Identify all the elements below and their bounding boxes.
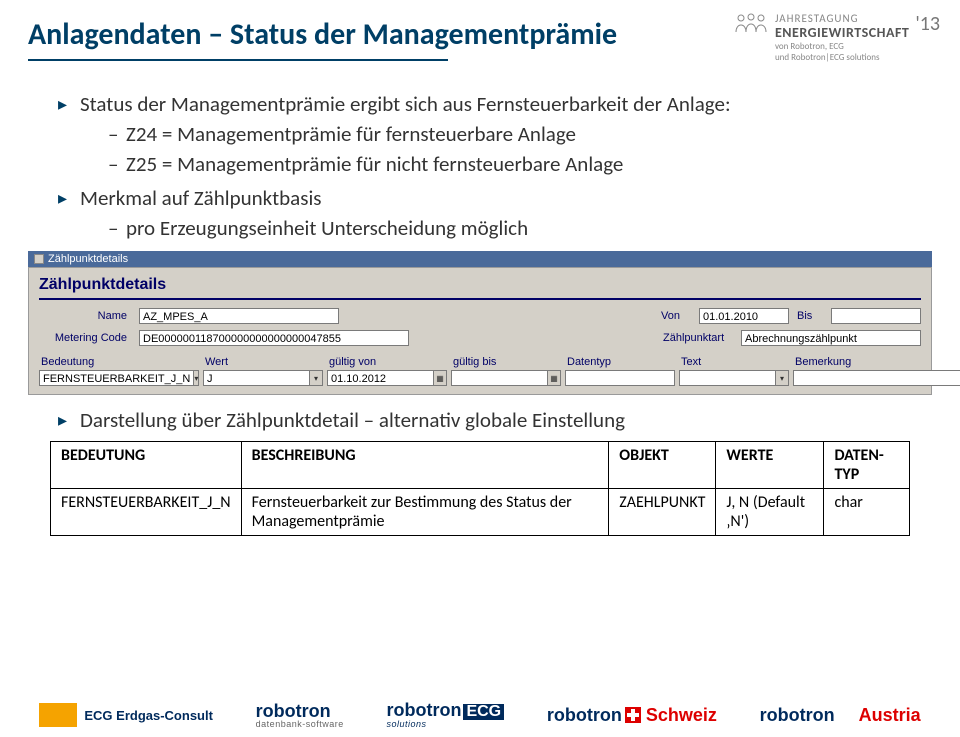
- grid-row: FERNSTEUERBARKEIT_J_N▾ J▾ 01.10.2012▦ ▦ …: [39, 370, 921, 386]
- gh-datentyp: Datentyp: [565, 356, 675, 368]
- app-body: Zählpunktdetails Name AZ_MPES_A Von 01.0…: [28, 267, 932, 395]
- gh-bemerkung: Bemerkung: [793, 356, 960, 368]
- field-metering[interactable]: DE000000118700000000000000047855: [139, 330, 409, 346]
- field-von[interactable]: 01.01.2010: [699, 308, 789, 324]
- cell-text[interactable]: ▾: [679, 370, 789, 386]
- gh-gbis: gültig bis: [451, 356, 561, 368]
- bullet-2: Merkmal auf Zählpunktbasis pro Erzeugung…: [58, 185, 910, 241]
- td-objekt: ZAEHLPUNKT: [609, 489, 716, 536]
- cell-datentyp[interactable]: [565, 370, 675, 386]
- th-objekt: OBJEKT: [609, 442, 716, 489]
- people-icon: [733, 12, 769, 36]
- label-name: Name: [39, 310, 131, 322]
- bullet-2a: pro Erzeugungseinheit Unterscheidung mög…: [108, 215, 910, 241]
- footer-logos: ECG Erdgas-Consult robotron datenbank-so…: [0, 701, 960, 729]
- logo-robotron-ecg: robotronECG solutions: [386, 701, 504, 729]
- td-werte: J, N (Default ‚N'): [716, 489, 824, 536]
- grid-header: Bedeutung Wert gültig von gültig bis Dat…: [39, 356, 921, 368]
- logo-ecg: ECG Erdgas-Consult: [39, 703, 213, 727]
- logo-robotron-austria: robotron Austria: [760, 705, 921, 726]
- section-title: Zählpunktdetails: [39, 274, 921, 300]
- event-line2: ENERGIEWIRTSCHAFT: [775, 25, 909, 42]
- td-datentyp: char: [824, 489, 910, 536]
- ecg-icon: [39, 703, 77, 727]
- bullet-2-text: Merkmal auf Zählpunktbasis: [80, 185, 321, 211]
- gh-bedeutung: Bedeutung: [39, 356, 199, 368]
- td-beschreibung: Fernsteuerbarkeit zur Bestimmung des Sta…: [241, 489, 609, 536]
- definitions-table: BEDEUTUNG BESCHREIBUNG OBJEKT WERTE DATE…: [50, 441, 910, 536]
- event-line3: von Robotron, ECG und Robotron|ECG solut…: [775, 42, 909, 64]
- event-badge: JAHRESTAGUNG ENERGIEWIRTSCHAFT von Robot…: [733, 12, 940, 64]
- td-bedeutung: FERNSTEUERBARKEIT_J_N: [51, 489, 242, 536]
- bullet-1b: Z25 = Managementprämie für nicht fernste…: [108, 151, 910, 177]
- app-titlebar: Zählpunktdetails: [28, 251, 932, 267]
- flag-ch-icon: [625, 707, 641, 723]
- cell-bedeutung[interactable]: FERNSTEUERBARKEIT_J_N▾: [39, 370, 199, 386]
- gh-wert: Wert: [203, 356, 323, 368]
- th-datentyp: DATEN-TYP: [824, 442, 910, 489]
- label-zptart: Zählpunktart: [663, 332, 733, 344]
- cell-wert[interactable]: J▾: [203, 370, 323, 386]
- field-name[interactable]: AZ_MPES_A: [139, 308, 339, 324]
- chevron-down-icon[interactable]: ▾: [193, 370, 199, 386]
- table-row: FERNSTEUERBARKEIT_J_N Fernsteuerbarkeit …: [51, 489, 910, 536]
- label-bis: Bis: [797, 310, 823, 322]
- cell-gvon[interactable]: 01.10.2012▦: [327, 370, 447, 386]
- label-metering: Metering Code: [39, 332, 131, 344]
- field-zptart[interactable]: Abrechnungszählpunkt: [741, 330, 921, 346]
- logo-robotron: robotron datenbank-software: [256, 702, 344, 729]
- bullet-3: Darstellung über Zählpunktdetail – alter…: [58, 407, 910, 433]
- bullet-1-text: Status der Managementprämie ergibt sich …: [80, 91, 731, 117]
- chevron-down-icon[interactable]: ▾: [309, 370, 323, 386]
- calendar-icon[interactable]: ▦: [547, 370, 561, 386]
- app-panel: Zählpunktdetails Zählpunktdetails Name A…: [28, 251, 932, 395]
- th-bedeutung: BEDEUTUNG: [51, 442, 242, 489]
- bullet-1a: Z24 = Managementprämie für fernsteuerbar…: [108, 121, 910, 147]
- chevron-down-icon[interactable]: ▾: [775, 370, 789, 386]
- cell-gbis[interactable]: ▦: [451, 370, 561, 386]
- bullet-1: Status der Managementprämie ergibt sich …: [58, 91, 910, 177]
- field-bis[interactable]: [831, 308, 921, 324]
- event-year: '13: [915, 12, 940, 36]
- th-beschreibung: BESCHREIBUNG: [241, 442, 609, 489]
- logo-robotron-schweiz: robotronSchweiz: [547, 705, 717, 726]
- window-icon: [34, 254, 44, 264]
- cell-bemerkung[interactable]: [793, 370, 960, 386]
- content-area: Status der Managementprämie ergibt sich …: [0, 61, 960, 241]
- gh-gvon: gültig von: [327, 356, 447, 368]
- gh-text: Text: [679, 356, 789, 368]
- th-werte: WERTE: [716, 442, 824, 489]
- window-title: Zählpunktdetails: [48, 253, 128, 265]
- label-von: Von: [661, 310, 691, 322]
- calendar-icon[interactable]: ▦: [433, 370, 447, 386]
